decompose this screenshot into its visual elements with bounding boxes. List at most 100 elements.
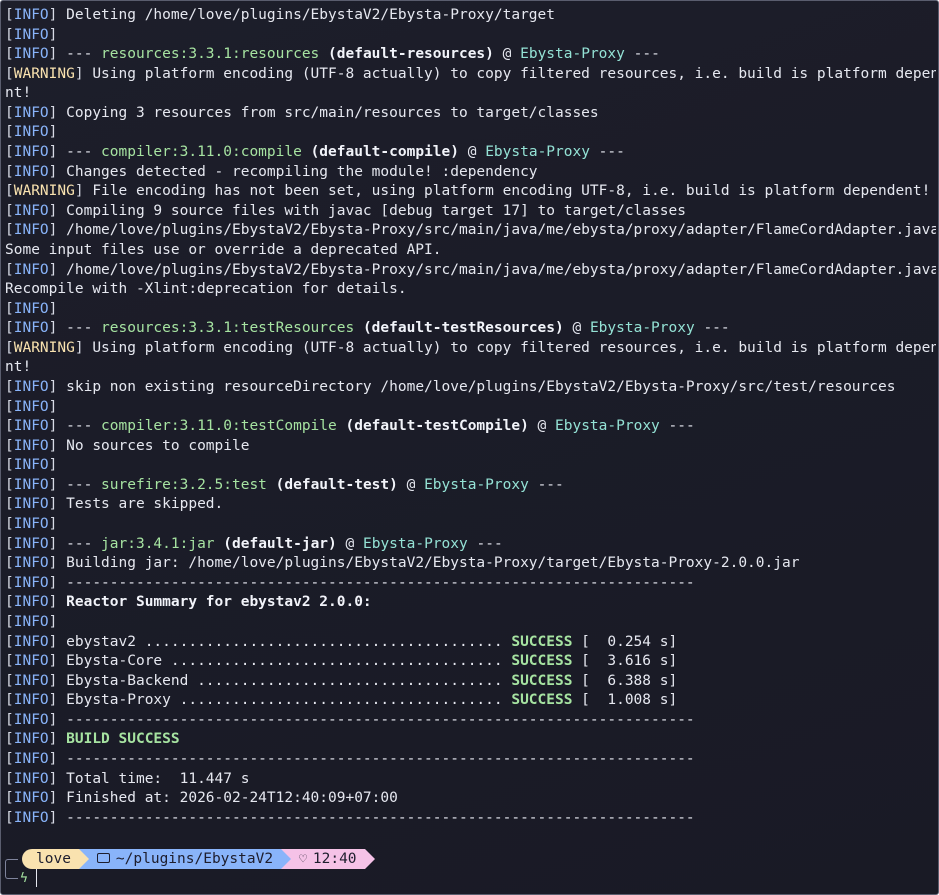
log-level-tag: INFO — [13, 398, 49, 415]
prompt-time-segment: ♡ 12:40 — [291, 849, 365, 869]
bracket: ] — [48, 476, 67, 493]
log-line: [INFO] — [5, 456, 936, 476]
terminal-window[interactable]: [INFO] Deleting /home/love/plugins/Ebyst… — [0, 0, 939, 895]
bracket: ] — [48, 26, 67, 43]
log-line: [INFO] /home/love/plugins/EbystaV2/Ebyst… — [5, 261, 936, 281]
prompt-separator — [281, 849, 292, 869]
log-level-tag: INFO — [13, 535, 49, 552]
log-level-tag: INFO — [13, 26, 49, 43]
log-level-tag: INFO — [13, 672, 49, 689]
log-level-tag: INFO — [13, 163, 49, 180]
module-status: SUCCESS — [511, 692, 573, 709]
bracket: ] — [48, 770, 67, 787]
bracket: [ — [5, 672, 14, 689]
log-line: [INFO] — [5, 26, 936, 46]
log-level-tag: INFO — [13, 633, 49, 650]
bracket: ] — [48, 202, 67, 219]
separator: --- — [66, 535, 102, 552]
bracket: [ — [5, 731, 14, 748]
log-message: /home/love/plugins/EbystaV2/Ebysta-Proxy… — [66, 222, 936, 239]
plugin-goal: compiler:3.11.0:testCompile — [101, 418, 337, 435]
log-line: [INFO] Changes detected - recompiling th… — [5, 163, 936, 183]
log-line: [INFO] Compiling 9 source files with jav… — [5, 202, 936, 222]
bracket: [ — [5, 809, 14, 826]
log-message: ----------------------------------------… — [66, 809, 695, 826]
log-message: ----------------------------------------… — [66, 574, 695, 591]
log-message: Deleting /home/love/plugins/EbystaV2/Eby… — [66, 7, 555, 23]
bracket: [ — [5, 222, 14, 239]
bracket: [ — [5, 476, 14, 493]
module-name: Ebysta-Core ............................… — [66, 653, 512, 670]
project-name: Ebysta-Proxy — [520, 46, 625, 63]
module-time: [ 3.616 s] — [572, 653, 678, 670]
bracket: ] — [48, 124, 67, 141]
bracket: ] — [48, 104, 67, 121]
project-name: Ebysta-Proxy — [555, 418, 660, 435]
log-level-tag: INFO — [13, 653, 49, 670]
execution-id: (default-test) — [275, 476, 398, 493]
module-time: [ 0.254 s] — [572, 633, 678, 650]
log-level-tag: INFO — [13, 711, 49, 728]
bracket: [ — [5, 202, 14, 219]
log-level-tag: INFO — [13, 613, 49, 630]
bracket: [ — [5, 770, 14, 787]
bracket: [ — [5, 653, 14, 670]
bracket: ] — [48, 496, 67, 513]
log-line: [INFO] /home/love/plugins/EbystaV2/Ebyst… — [5, 221, 936, 241]
bracket: [ — [5, 398, 14, 415]
bracket: [ — [5, 516, 14, 533]
bracket: [ — [5, 124, 14, 141]
bracket: [ — [5, 7, 14, 23]
bracket: [ — [5, 750, 14, 767]
bracket: [ — [5, 183, 14, 200]
execution-id: (default-resources) — [328, 46, 494, 63]
log-line: [INFO] --- compiler:3.11.0:compile (defa… — [5, 143, 936, 163]
bracket: ] — [74, 339, 93, 356]
project-name: Ebysta-Proxy — [424, 476, 529, 493]
log-message: skip non existing resourceDirectory /hom… — [66, 378, 896, 395]
terminal-output: [INFO] Deleting /home/love/plugins/Ebyst… — [5, 6, 936, 828]
build-status: BUILD SUCCESS — [66, 731, 180, 748]
log-level-tag: INFO — [13, 770, 49, 787]
bracket: [ — [5, 692, 14, 709]
log-message: nt! — [5, 359, 32, 376]
log-line: [INFO] Ebysta-Proxy ....................… — [5, 691, 936, 711]
command-input-line[interactable]: ϟ — [5, 867, 37, 888]
log-level-tag: INFO — [13, 496, 49, 513]
bracket: ] — [74, 65, 93, 82]
log-level-tag: INFO — [13, 7, 49, 23]
bracket: [ — [5, 574, 14, 591]
log-level-tag: INFO — [13, 418, 49, 435]
bracket: ] — [48, 300, 67, 317]
bracket: ] — [48, 163, 67, 180]
module-name: ebystav2 ...............................… — [66, 633, 512, 650]
bracket: ] — [48, 790, 67, 807]
log-message: Using platform encoding (UTF-8 actually)… — [92, 339, 936, 356]
folder-icon — [96, 853, 110, 863]
log-level-tag: INFO — [13, 144, 49, 161]
bracket: ] — [48, 7, 67, 23]
log-message: Using platform encoding (UTF-8 actually)… — [92, 65, 936, 82]
log-level-tag: INFO — [13, 104, 49, 121]
prompt-user-segment: love — [22, 849, 79, 869]
log-message: nt! — [5, 85, 32, 102]
log-line: [INFO] ebystav2 ........................… — [5, 633, 936, 653]
bracket: ] — [48, 672, 67, 689]
bracket: [ — [5, 46, 14, 63]
prompt-path: ~/plugins/EbystaV2 — [115, 851, 274, 867]
log-message: File encoding has not been set, using pl… — [92, 183, 931, 200]
log-message: Finished at: 2026-02-24T12:40:09+07:00 — [66, 790, 398, 807]
log-message: /home/love/plugins/EbystaV2/Ebysta-Proxy… — [66, 261, 936, 278]
bracket: ] — [48, 653, 67, 670]
log-level-tag: WARNING — [13, 339, 75, 356]
prompt-separator — [78, 849, 89, 869]
bracket: ] — [48, 711, 67, 728]
at-sign: @ — [397, 476, 425, 493]
execution-id: (default-compile) — [310, 144, 459, 161]
module-name: Ebysta-Proxy ...........................… — [66, 692, 512, 709]
bracket: ] — [48, 574, 67, 591]
separator: --- — [528, 476, 564, 493]
execution-id: (default-jar) — [223, 535, 337, 552]
bracket: ] — [48, 594, 67, 611]
bracket: [ — [5, 300, 14, 317]
